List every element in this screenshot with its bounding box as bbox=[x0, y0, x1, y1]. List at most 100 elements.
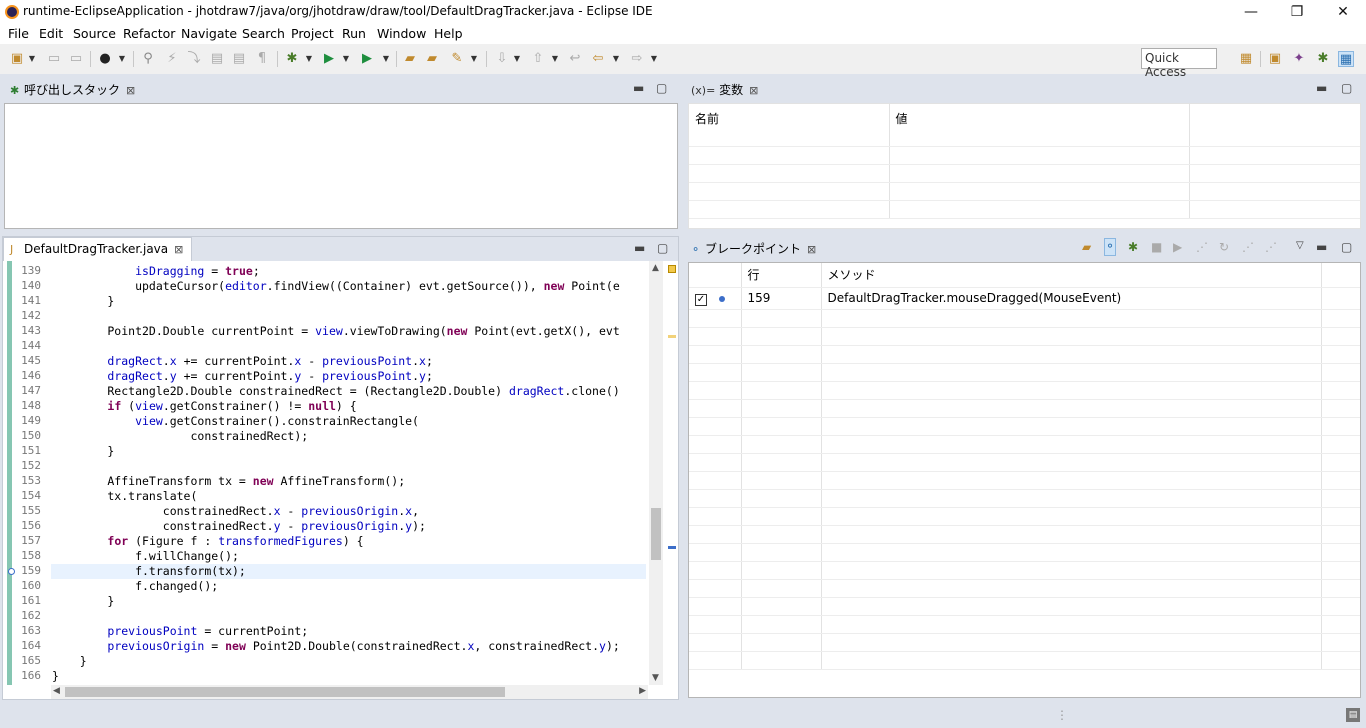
minimize-panel-icon[interactable]: ▬ bbox=[1316, 81, 1327, 95]
vertical-scrollbar[interactable]: ▲ ▼ bbox=[649, 261, 663, 685]
minimize-button[interactable]: — bbox=[1228, 0, 1274, 24]
save-all-icon[interactable]: ▭ bbox=[68, 51, 84, 67]
prev-annotation-icon[interactable]: ⇧ bbox=[530, 51, 546, 67]
debug-breakpoint-icon[interactable]: ✱ bbox=[1128, 240, 1138, 254]
new-icon[interactable]: ▣ bbox=[9, 51, 25, 67]
breakpoint-enabled-cell[interactable]: ✓ bbox=[689, 287, 742, 310]
table-row[interactable]: ✓ 159 DefaultDragTracker.mouseDragged(Mo… bbox=[689, 287, 1360, 310]
menu-file[interactable]: File bbox=[8, 26, 29, 41]
debug-icon[interactable]: ✱ bbox=[284, 51, 300, 67]
close-button[interactable]: ✕ bbox=[1320, 0, 1366, 24]
code-line[interactable]: if (view.getConstrainer() != null) { bbox=[52, 399, 356, 414]
column-header-name[interactable]: 名前 bbox=[689, 104, 890, 147]
java-ee-perspective-icon[interactable]: ▣ bbox=[1267, 51, 1283, 67]
run-icon[interactable]: ▶ bbox=[321, 51, 337, 67]
code-line[interactable]: Point2D.Double currentPoint = view.viewT… bbox=[52, 324, 619, 339]
menu-run[interactable]: Run bbox=[342, 26, 366, 41]
back-icon[interactable]: ⇦ bbox=[590, 51, 606, 67]
maximize-panel-icon[interactable]: ▢ bbox=[656, 81, 667, 95]
code-line[interactable]: Rectangle2D.Double constrainedRect = (Re… bbox=[52, 384, 619, 399]
code-line[interactable]: AffineTransform tx = new AffineTransform… bbox=[52, 474, 405, 489]
code-line[interactable]: } bbox=[52, 294, 114, 309]
code-line[interactable]: dragRect.y += currentPoint.y - previousP… bbox=[52, 369, 433, 384]
menu-refactor[interactable]: Refactor bbox=[123, 26, 175, 41]
menu-project[interactable]: Project bbox=[291, 26, 334, 41]
warning-marker-icon[interactable] bbox=[668, 265, 676, 273]
minimize-panel-icon[interactable]: ▬ bbox=[634, 241, 645, 255]
java-perspective-icon[interactable]: ✦ bbox=[1291, 51, 1307, 67]
minimize-panel-icon[interactable]: ▬ bbox=[1316, 240, 1327, 254]
open-icon[interactable]: ▰ bbox=[1082, 240, 1091, 254]
open-type-icon[interactable]: ▰ bbox=[402, 51, 418, 67]
external-dropdown-icon[interactable]: ▼ bbox=[382, 54, 390, 64]
tab-variables[interactable]: (x)= 変数 ⊠ bbox=[685, 77, 767, 101]
menu-source[interactable]: Source bbox=[73, 26, 116, 41]
run-dropdown-icon[interactable]: ▼ bbox=[342, 54, 350, 64]
column-header-extra[interactable] bbox=[1189, 104, 1360, 147]
layout-perspective-icon[interactable]: ▦ bbox=[1338, 51, 1354, 67]
code-line[interactable]: } bbox=[52, 594, 114, 609]
menu-search[interactable]: Search bbox=[242, 26, 285, 41]
column-header-enabled[interactable] bbox=[689, 263, 742, 288]
close-tab-icon[interactable]: ⊠ bbox=[807, 243, 816, 256]
tab-breakpoints[interactable]: ⚬ ブレークポイント ⊠ bbox=[685, 236, 825, 260]
remove-all-icon[interactable]: ▶ bbox=[1173, 240, 1182, 254]
minimize-panel-icon[interactable]: ▬ bbox=[633, 81, 644, 95]
horizontal-scrollbar[interactable]: ◀ ▶ bbox=[51, 685, 648, 699]
step-over-icon[interactable]: ⤵ bbox=[186, 51, 202, 67]
menu-navigate[interactable]: Navigate bbox=[181, 26, 237, 41]
scroll-left-icon[interactable]: ◀ bbox=[53, 686, 60, 696]
code-line[interactable]: } bbox=[52, 669, 59, 684]
debug-dropdown-icon[interactable]: ▼ bbox=[305, 54, 313, 64]
open-folder-icon[interactable]: ▰ bbox=[424, 51, 440, 67]
annotation-marker[interactable] bbox=[668, 335, 676, 338]
code-line[interactable]: previousPoint = currentPoint; bbox=[52, 624, 308, 639]
toggle-block-icon[interactable]: ▤ bbox=[231, 51, 247, 67]
breakpoint-marker[interactable] bbox=[668, 546, 676, 549]
save-icon[interactable]: ▭ bbox=[46, 51, 62, 67]
code-line[interactable]: constrainedRect.y - previousOrigin.y); bbox=[52, 519, 426, 534]
tab-callstack[interactable]: ✱ 呼び出しスタック ⊠ bbox=[4, 77, 144, 101]
code-editor[interactable]: 139 isDragging = true; 140 updateCursor(e… bbox=[3, 261, 678, 699]
prev-annotation-dropdown-icon[interactable]: ▼ bbox=[551, 54, 559, 64]
quick-access-field[interactable]: Quick Access bbox=[1141, 48, 1217, 79]
tab-editor[interactable]: J DefaultDragTracker.java ⊠ bbox=[3, 237, 193, 261]
last-edit-icon[interactable]: ↩ bbox=[567, 51, 583, 67]
code-line[interactable]: f.changed(); bbox=[52, 579, 218, 594]
profile-dropdown-icon[interactable]: ▼ bbox=[118, 54, 126, 64]
scroll-right-icon[interactable]: ▶ bbox=[639, 686, 646, 696]
show-supported-icon[interactable]: ⋰ bbox=[1196, 240, 1208, 254]
menu-help[interactable]: Help bbox=[434, 26, 463, 41]
scroll-up-icon[interactable]: ▲ bbox=[652, 263, 659, 273]
maximize-panel-icon[interactable]: ▢ bbox=[1341, 240, 1352, 254]
view-menu-icon[interactable]: ▽ bbox=[1296, 240, 1304, 251]
code-line[interactable]: f.transform(tx); bbox=[52, 564, 246, 579]
go-to-file-icon[interactable]: ↻ bbox=[1219, 240, 1229, 254]
menu-window[interactable]: Window bbox=[377, 26, 426, 41]
run-external-icon[interactable]: ▶ bbox=[359, 51, 375, 67]
forward-icon[interactable]: ⇨ bbox=[629, 51, 645, 67]
code-line[interactable]: updateCursor(editor.findView((Container)… bbox=[52, 279, 620, 294]
search-dropdown-icon[interactable]: ▼ bbox=[470, 54, 478, 64]
code-line[interactable]: dragRect.x += currentPoint.x - previousP… bbox=[52, 354, 433, 369]
variables-table[interactable]: 名前 値 bbox=[688, 103, 1361, 229]
remove-icon[interactable]: ■ bbox=[1151, 240, 1162, 254]
progress-icon[interactable]: ▤ bbox=[1346, 708, 1360, 722]
scroll-thumb[interactable] bbox=[651, 508, 661, 560]
code-line[interactable]: } bbox=[52, 444, 114, 459]
code-line[interactable]: previousOrigin = new Point2D.Double(cons… bbox=[52, 639, 619, 654]
menu-edit[interactable]: Edit bbox=[39, 26, 63, 41]
skip-all-icon[interactable]: ⋰ bbox=[1242, 240, 1254, 254]
close-tab-icon[interactable]: ⊠ bbox=[174, 243, 183, 256]
next-annotation-icon[interactable]: ⇩ bbox=[494, 51, 510, 67]
overview-ruler[interactable] bbox=[665, 261, 678, 685]
breakpoint-icon[interactable] bbox=[8, 568, 15, 575]
skip-breakpoints-icon[interactable]: ⚲ bbox=[140, 51, 156, 67]
code-line[interactable]: for (Figure f : transformedFigures) { bbox=[52, 534, 363, 549]
scroll-down-icon[interactable]: ▼ bbox=[652, 673, 659, 683]
code-line[interactable]: isDragging = true; bbox=[52, 264, 260, 279]
column-header-value[interactable]: 値 bbox=[889, 104, 1190, 147]
profile-icon[interactable]: ● bbox=[97, 51, 113, 67]
code-line[interactable]: constrainedRect); bbox=[52, 429, 308, 444]
link-with-debug-icon[interactable]: ⚬ bbox=[1104, 238, 1117, 256]
